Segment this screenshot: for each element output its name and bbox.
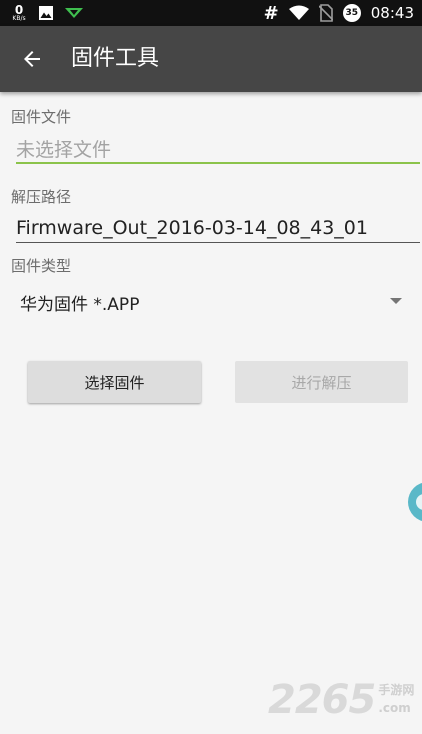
network-speed-unit: KB/s xyxy=(12,15,26,22)
status-bar: 0 KB/s # 35 08:43 xyxy=(0,0,422,26)
status-time: 08:43 xyxy=(370,4,414,22)
arrow-left-icon[interactable] xyxy=(20,47,44,71)
firmware-file-underline xyxy=(16,162,420,164)
status-bar-left: 0 KB/s xyxy=(10,2,84,24)
download-arrow-icon xyxy=(65,8,83,18)
select-firmware-button[interactable]: 选择固件 xyxy=(28,361,201,403)
firmware-type-label: 固件类型 xyxy=(11,257,72,275)
watermark-side: 手游网 .com xyxy=(378,680,414,714)
firmware-file-field[interactable]: 未选择文件 xyxy=(16,135,111,162)
extract-path-input[interactable]: Firmware_Out_2016-03-14_08_43_01 xyxy=(16,217,368,239)
hash-indicator: # xyxy=(263,2,279,24)
watermark-number: 2265 xyxy=(268,677,376,723)
app-bar: 固件工具 xyxy=(0,26,422,92)
network-speed-indicator: 0 KB/s xyxy=(10,4,28,22)
extract-path-underline xyxy=(16,242,420,243)
no-sim-icon xyxy=(318,4,333,22)
firmware-file-label: 固件文件 xyxy=(11,108,72,126)
image-icon xyxy=(39,6,53,20)
dropdown-arrow-icon xyxy=(390,298,402,304)
start-extract-button[interactable]: 进行解压 xyxy=(235,361,408,403)
extract-path-label: 解压路径 xyxy=(11,188,72,206)
firmware-type-selected: 华为固件 *.APP xyxy=(20,295,140,315)
notification-count-badge: 35 xyxy=(342,4,361,22)
page-title: 固件工具 xyxy=(71,46,160,71)
wifi-icon xyxy=(288,5,309,20)
watermark-tld: .com xyxy=(378,701,411,715)
watermark-site-name: 手游网 xyxy=(378,683,415,697)
site-watermark: 2265 手游网 .com xyxy=(268,680,414,720)
status-bar-right: # 35 08:43 xyxy=(264,0,414,26)
floating-assistant-handle[interactable] xyxy=(408,482,422,522)
